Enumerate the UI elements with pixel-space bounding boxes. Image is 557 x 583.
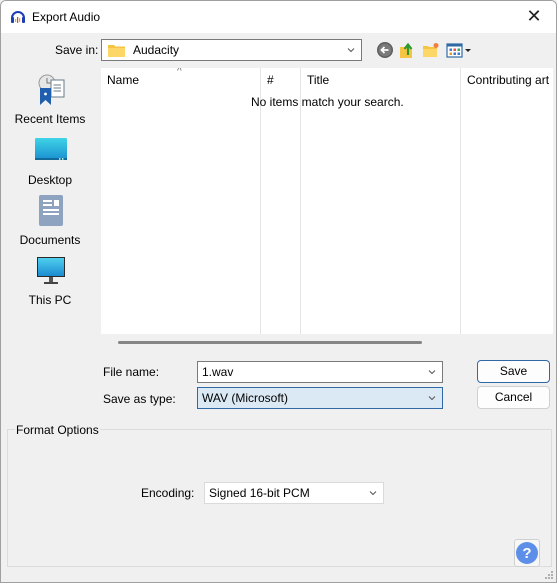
chevron-down-icon [347, 48, 355, 53]
save-in-value: Audacity [133, 43, 180, 57]
new-folder-icon[interactable] [422, 41, 440, 59]
place-documents[interactable]: Documents [3, 195, 97, 253]
column-divider[interactable] [460, 68, 461, 334]
place-recent-items[interactable]: Recent Items [3, 74, 97, 132]
documents-icon [39, 195, 63, 226]
place-this-pc[interactable]: This PC [3, 255, 97, 313]
save-in-label: Save in: [55, 43, 99, 57]
horizontal-scrollbar[interactable] [118, 341, 422, 344]
resize-grip-icon[interactable] [544, 570, 554, 580]
help-icon: ? [516, 542, 538, 564]
up-folder-icon[interactable] [399, 41, 417, 59]
desktop-icon [35, 138, 67, 160]
this-pc-icon [37, 257, 65, 284]
file-name-label: File name: [103, 365, 160, 379]
format-options-title: Format Options [15, 423, 100, 437]
title-bar: Export Audio ✕ [1, 1, 556, 33]
save-as-type-label: Save as type: [103, 392, 176, 406]
file-name-value: 1.wav [202, 365, 234, 379]
places-bar: Recent Items Desktop Documents This PC [3, 68, 97, 404]
encoding-label: Encoding: [141, 486, 195, 500]
column-header-number[interactable]: # [267, 73, 274, 87]
place-label: Documents [19, 233, 81, 247]
help-button[interactable]: ? [514, 539, 540, 567]
column-header-name[interactable]: Name [107, 73, 139, 87]
place-label: Recent Items [14, 112, 86, 126]
place-label: Desktop [27, 173, 73, 187]
window-title: Export Audio [32, 10, 101, 24]
empty-message: No items match your search. [251, 95, 404, 109]
chevron-down-icon[interactable] [427, 367, 437, 377]
encoding-value: Signed 16-bit PCM [209, 486, 310, 500]
back-icon[interactable] [376, 41, 394, 59]
view-menu-icon[interactable] [446, 41, 472, 59]
audacity-app-icon [11, 11, 25, 23]
encoding-dropdown[interactable]: Signed 16-bit PCM [204, 482, 384, 504]
chevron-down-icon [428, 396, 436, 401]
export-audio-dialog: Export Audio ✕ Save in: Audacity Recent … [0, 0, 557, 583]
column-header-contributing-artists[interactable]: Contributing art [467, 73, 549, 87]
place-desktop[interactable]: Desktop [3, 135, 97, 193]
close-button[interactable]: ✕ [512, 1, 556, 32]
save-button[interactable]: Save [477, 360, 550, 383]
file-list[interactable]: Name ^ # Title Contributing art No items… [101, 68, 553, 334]
file-name-input[interactable]: 1.wav [197, 361, 443, 383]
save-as-type-value: WAV (Microsoft) [202, 391, 288, 405]
folder-icon [108, 44, 125, 57]
chevron-down-icon [369, 491, 377, 496]
place-label: This PC [28, 293, 72, 307]
close-icon: ✕ [526, 6, 542, 26]
save-as-type-dropdown[interactable]: WAV (Microsoft) [197, 387, 443, 409]
save-in-dropdown[interactable]: Audacity [101, 39, 362, 61]
sort-ascending-icon: ^ [177, 68, 182, 77]
recent-items-icon [38, 74, 65, 105]
cancel-button[interactable]: Cancel [477, 386, 550, 409]
column-header-title[interactable]: Title [307, 73, 329, 87]
